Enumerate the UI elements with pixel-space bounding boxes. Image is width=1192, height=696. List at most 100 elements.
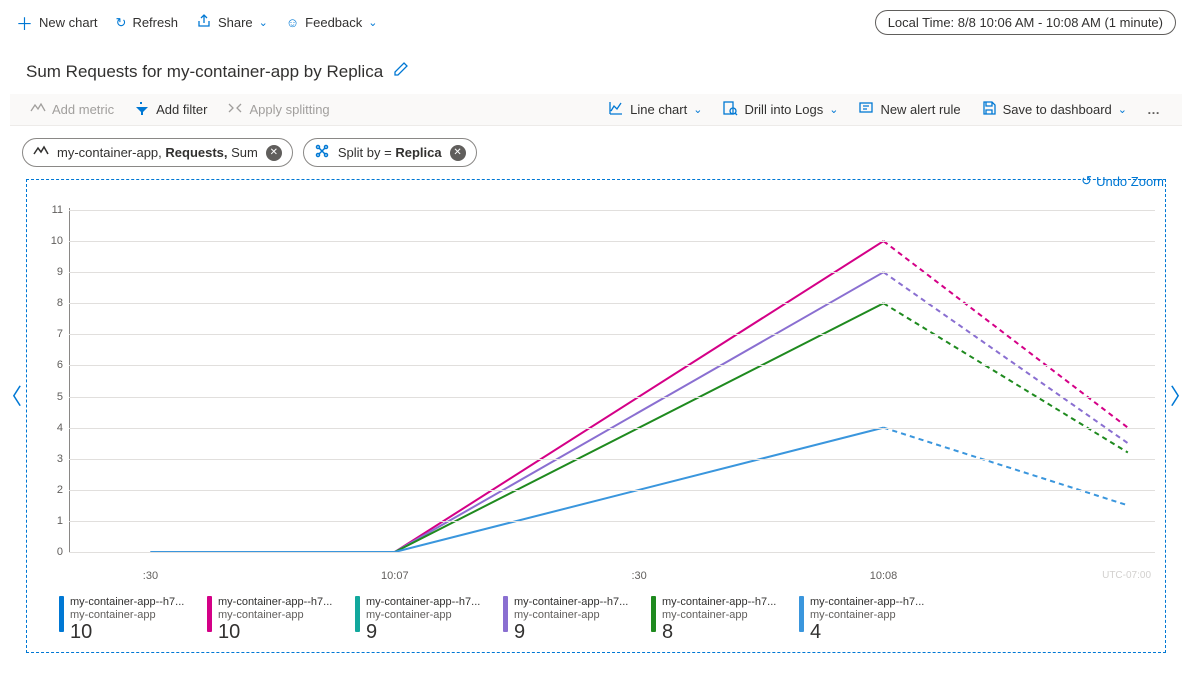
refresh-button[interactable]: ↻ Refresh xyxy=(116,15,178,31)
undo-icon: ↺ xyxy=(1081,173,1092,189)
legend-item[interactable]: my-container-app--h7... my-container-app… xyxy=(651,596,791,644)
chevron-down-icon: ⌄ xyxy=(1118,103,1127,116)
prev-button[interactable]: 〈 xyxy=(0,379,22,411)
chevron-down-icon: ⌄ xyxy=(259,16,268,29)
undo-zoom-button[interactable]: ↺ Undo Zoom xyxy=(1081,173,1164,189)
linechart-icon xyxy=(608,100,624,119)
legend-item[interactable]: my-container-app--h7... my-container-app… xyxy=(503,596,643,644)
save-dashboard-button[interactable]: Save to dashboard ⌄ xyxy=(981,100,1127,119)
legend-swatch xyxy=(59,596,64,632)
x-axis: UTC-07:00 :3010:07:3010:08 xyxy=(69,570,1155,592)
chip-split-prefix: Split by = xyxy=(338,145,395,160)
y-tick: 3 xyxy=(39,453,63,465)
y-tick: 6 xyxy=(39,359,63,371)
close-icon[interactable]: ✕ xyxy=(450,145,466,161)
plus-icon: ＋ xyxy=(16,10,33,35)
alert-icon xyxy=(858,100,874,119)
grid-line xyxy=(69,490,1155,491)
metric-icon xyxy=(33,143,49,162)
chart-container: 01234567891011 UTC-07:00 :3010:07:3010:0… xyxy=(26,179,1166,653)
grid-line xyxy=(69,552,1155,553)
chip-split-value: Replica xyxy=(395,145,441,160)
grid-line xyxy=(69,459,1155,460)
x-tick: 10:07 xyxy=(381,570,409,582)
y-tick: 8 xyxy=(39,297,63,309)
chart-type-selector[interactable]: Line chart ⌄ xyxy=(608,100,702,119)
add-metric-label: Add metric xyxy=(52,102,114,117)
close-icon[interactable]: ✕ xyxy=(266,145,282,161)
apply-splitting-button: Apply splitting xyxy=(227,100,329,119)
timezone-label: UTC-07:00 xyxy=(1102,570,1151,581)
filter-icon xyxy=(134,100,150,119)
y-tick: 7 xyxy=(39,328,63,340)
y-tick: 11 xyxy=(39,204,63,216)
share-label: Share xyxy=(218,15,253,30)
series-line-forecast xyxy=(884,303,1128,452)
series-line-forecast xyxy=(884,272,1128,443)
grid-line xyxy=(69,303,1155,304)
feedback-button[interactable]: ☺ Feedback ⌄ xyxy=(286,15,378,30)
time-range-selector[interactable]: Local Time: 8/8 10:06 AM - 10:08 AM (1 m… xyxy=(875,10,1176,35)
edit-title-icon[interactable] xyxy=(393,61,409,82)
y-tick: 5 xyxy=(39,391,63,403)
legend-sub: my-container-app xyxy=(218,609,332,622)
series-line-forecast xyxy=(884,428,1128,506)
smiley-icon: ☺ xyxy=(286,15,299,30)
legend-item[interactable]: my-container-app--h7... my-container-app… xyxy=(207,596,347,644)
y-tick: 9 xyxy=(39,266,63,278)
legend-swatch xyxy=(651,596,656,632)
legend-value: 8 xyxy=(662,621,776,644)
logs-icon xyxy=(722,100,738,119)
chip-metric-bold: Requests, xyxy=(165,145,231,160)
metric-chip[interactable]: my-container-app, Requests, Sum ✕ xyxy=(22,138,293,167)
legend-name: my-container-app--h7... xyxy=(218,596,332,609)
legend-item[interactable]: my-container-app--h7... my-container-app… xyxy=(799,596,939,644)
grid-line xyxy=(69,272,1155,273)
legend-name: my-container-app--h7... xyxy=(662,596,776,609)
legend-sub: my-container-app xyxy=(662,609,776,622)
x-tick: :30 xyxy=(143,570,158,582)
next-button[interactable]: 〉 xyxy=(1170,379,1192,411)
legend-name: my-container-app--h7... xyxy=(514,596,628,609)
legend-value: 4 xyxy=(810,621,924,644)
chart-legend: my-container-app--h7... my-container-app… xyxy=(31,592,1161,646)
refresh-icon: ↻ xyxy=(116,15,127,31)
legend-sub: my-container-app xyxy=(514,609,628,622)
grid-line xyxy=(69,521,1155,522)
chevron-down-icon: ⌄ xyxy=(368,16,377,29)
new-chart-button[interactable]: ＋ New chart xyxy=(16,10,98,35)
time-range-label: Local Time: 8/8 10:06 AM - 10:08 AM (1 m… xyxy=(888,15,1163,30)
feedback-label: Feedback xyxy=(305,15,362,30)
legend-swatch xyxy=(503,596,508,632)
series-line xyxy=(150,272,883,552)
legend-value: 9 xyxy=(366,621,480,644)
grid-line xyxy=(69,365,1155,366)
y-tick: 0 xyxy=(39,546,63,558)
grid-line xyxy=(69,397,1155,398)
save-dashboard-label: Save to dashboard xyxy=(1003,102,1112,117)
line-chart[interactable]: 01234567891011 xyxy=(69,190,1155,570)
legend-item[interactable]: my-container-app--h7... my-container-app… xyxy=(59,596,199,644)
legend-swatch xyxy=(207,596,212,632)
new-alert-label: New alert rule xyxy=(880,102,960,117)
drill-logs-button[interactable]: Drill into Logs ⌄ xyxy=(722,100,838,119)
legend-swatch xyxy=(355,596,360,632)
chip-metric-prefix: my-container-app, xyxy=(57,145,165,160)
apply-splitting-label: Apply splitting xyxy=(249,102,329,117)
metric-icon xyxy=(30,100,46,119)
legend-sub: my-container-app xyxy=(810,609,924,622)
x-tick: :30 xyxy=(631,570,646,582)
split-icon xyxy=(227,100,243,119)
split-chip[interactable]: Split by = Replica ✕ xyxy=(303,138,477,167)
undo-zoom-label: Undo Zoom xyxy=(1096,174,1164,189)
share-button[interactable]: Share ⌄ xyxy=(196,13,268,32)
add-filter-button[interactable]: Add filter xyxy=(134,100,207,119)
chip-metric-suffix: Sum xyxy=(231,145,258,160)
new-alert-button[interactable]: New alert rule xyxy=(858,100,960,119)
legend-value: 9 xyxy=(514,621,628,644)
split-icon xyxy=(314,143,330,162)
legend-item[interactable]: my-container-app--h7... my-container-app… xyxy=(355,596,495,644)
legend-name: my-container-app--h7... xyxy=(810,596,924,609)
y-tick: 4 xyxy=(39,422,63,434)
more-button[interactable]: … xyxy=(1147,102,1162,117)
